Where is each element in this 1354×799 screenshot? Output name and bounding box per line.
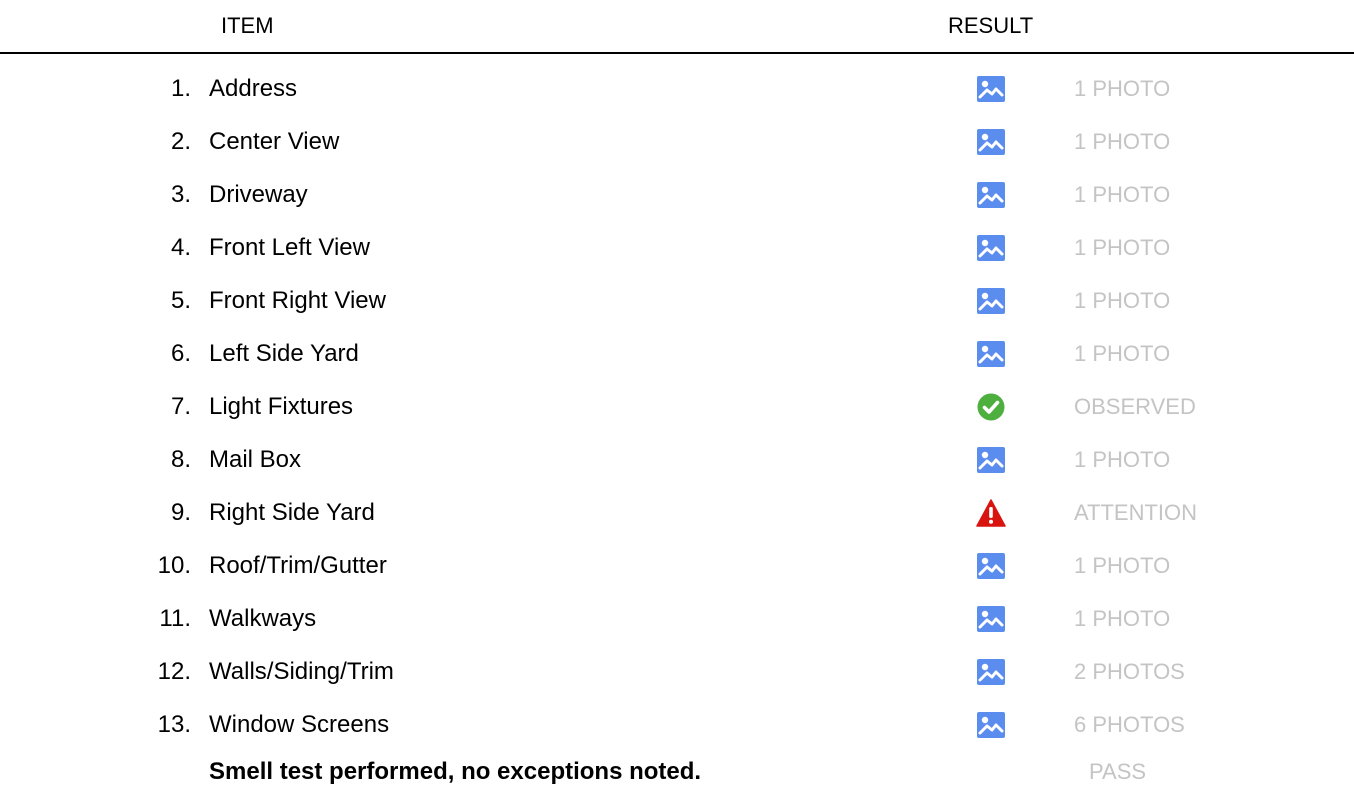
item-result: 1 PHOTO — [1074, 606, 1171, 631]
item-column-header: ITEM — [221, 13, 274, 38]
summary-row: Smell test performed, no exceptions note… — [0, 752, 1354, 792]
item-result: OBSERVED — [1074, 394, 1196, 419]
item-number: 7. — [170, 393, 191, 420]
item-result: 1 PHOTO — [1074, 288, 1171, 313]
item-label: Right Side Yard — [209, 499, 375, 526]
item-number: 9. — [170, 499, 191, 526]
list-item: 5. Front Right View 1 PHOTO — [0, 275, 1354, 328]
check-circle-icon — [976, 393, 1006, 421]
item-result: 2 PHOTOS — [1074, 659, 1185, 684]
item-number: 12. — [157, 658, 191, 685]
item-result: 1 PHOTO — [1074, 76, 1171, 101]
item-number: 10. — [157, 552, 191, 579]
item-label: Walkways — [209, 605, 317, 632]
item-number: 2. — [170, 128, 191, 155]
item-result: ATTENTION — [1074, 500, 1198, 525]
item-result: 1 PHOTO — [1074, 447, 1171, 472]
photo-icon[interactable] — [976, 658, 1006, 686]
list-item: 3. Driveway 1 PHOTO — [0, 169, 1354, 222]
list-item: 1. Address 1 PHOTO — [0, 63, 1354, 116]
item-label: Window Screens — [209, 711, 390, 738]
photo-icon[interactable] — [976, 711, 1006, 739]
table-header: ITEM RESULT — [0, 0, 1354, 52]
photo-icon[interactable] — [976, 605, 1006, 633]
photo-icon[interactable] — [976, 446, 1006, 474]
list-item: 7. Light Fixtures OBSERVED — [0, 381, 1354, 434]
item-number: 1. — [170, 75, 191, 102]
photo-icon[interactable] — [976, 128, 1006, 156]
list-item: 9. Right Side Yard ATTENTION — [0, 487, 1354, 540]
photo-icon[interactable] — [976, 181, 1006, 209]
summary-label: Smell test performed, no exceptions note… — [209, 758, 702, 785]
list-item: 10. Roof/Trim/Gutter 1 PHOTO — [0, 540, 1354, 593]
item-label: Front Right View — [209, 287, 386, 314]
item-result: 6 PHOTOS — [1074, 712, 1185, 737]
item-label: Center View — [209, 128, 340, 155]
warning-icon — [976, 499, 1006, 527]
item-number: 3. — [170, 181, 191, 208]
item-number: 11. — [159, 605, 191, 632]
item-label: Walls/Siding/Trim — [209, 658, 394, 685]
item-result: 1 PHOTO — [1074, 129, 1171, 154]
list-item: 13. Window Screens 6 PHOTOS — [0, 699, 1354, 752]
summary-result: PASS — [1089, 759, 1147, 784]
item-label: Mail Box — [209, 446, 302, 473]
item-number: 6. — [170, 340, 191, 367]
photo-icon[interactable] — [976, 552, 1006, 580]
photo-icon[interactable] — [976, 287, 1006, 315]
item-number: 5. — [170, 287, 191, 314]
photo-icon[interactable] — [976, 340, 1006, 368]
item-label: Roof/Trim/Gutter — [209, 552, 387, 579]
item-result: 1 PHOTO — [1074, 341, 1171, 366]
list-item: 12. Walls/Siding/Trim 2 PHOTOS — [0, 646, 1354, 699]
item-number: 8. — [170, 446, 191, 473]
header-divider — [0, 52, 1354, 54]
items-list: 1. Address 1 PHOTO 2. Center View 1 PHOTO 3. Dr… — [0, 63, 1354, 752]
item-label: Light Fixtures — [209, 393, 354, 420]
list-item: 4. Front Left View 1 PHOTO — [0, 222, 1354, 275]
item-number: 4. — [170, 234, 191, 261]
list-item: 11. Walkways 1 PHOTO — [0, 593, 1354, 646]
item-result: 1 PHOTO — [1074, 182, 1171, 207]
item-result: 1 PHOTO — [1074, 235, 1171, 260]
item-label: Front Left View — [209, 234, 370, 261]
item-label: Left Side Yard — [209, 340, 359, 367]
list-item: 6. Left Side Yard 1 PHOTO — [0, 328, 1354, 381]
item-number: 13. — [157, 711, 191, 738]
result-column-header: RESULT — [948, 13, 1034, 38]
list-item: 2. Center View 1 PHOTO — [0, 116, 1354, 169]
photo-icon[interactable] — [976, 234, 1006, 262]
item-label: Driveway — [209, 181, 308, 208]
item-label: Address — [209, 75, 298, 102]
photo-icon[interactable] — [976, 75, 1006, 103]
item-result: 1 PHOTO — [1074, 553, 1171, 578]
list-item: 8. Mail Box 1 PHOTO — [0, 434, 1354, 487]
